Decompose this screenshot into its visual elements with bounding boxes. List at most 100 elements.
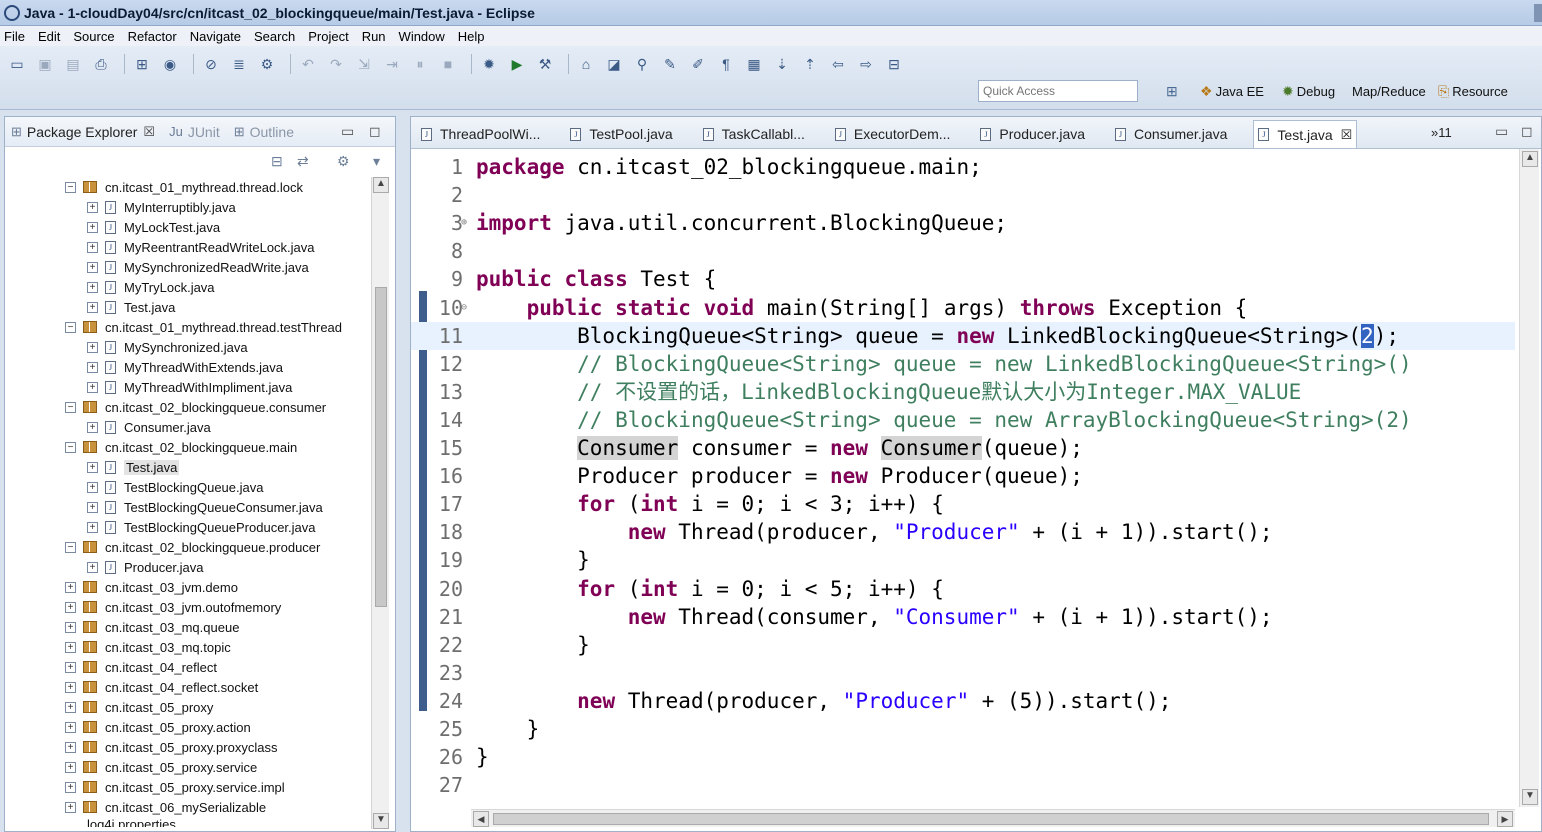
tree-package[interactable]: − cn.itcast_01_mythread.thread.testThread	[5, 317, 371, 337]
tree-file[interactable]: + J TestBlockingQueue.java	[5, 477, 371, 497]
tree-file[interactable]: + J Consumer.java	[5, 417, 371, 437]
save-icon[interactable]: ▣	[34, 53, 56, 75]
open-task-icon[interactable]: ◪	[603, 53, 625, 75]
expand-icon[interactable]: +	[65, 641, 76, 653]
tree-package[interactable]: + cn.itcast_03_mq.topic	[5, 637, 371, 657]
step-over-icon[interactable]: ⇥	[381, 53, 403, 75]
tree-file[interactable]: + J MyLockTest.java	[5, 217, 371, 237]
fold-icon[interactable]: ⊖	[461, 294, 467, 322]
expand-icon[interactable]: +	[65, 701, 76, 713]
code-line[interactable]: 26}	[411, 743, 1515, 771]
code-line[interactable]: 25 }	[411, 715, 1515, 743]
expand-icon[interactable]: +	[65, 721, 76, 733]
tree-package[interactable]: + cn.itcast_05_proxy.service.impl	[5, 777, 371, 797]
expand-icon[interactable]: +	[87, 241, 98, 253]
expand-icon[interactable]: +	[87, 301, 98, 313]
block-selection-icon[interactable]: ▦	[743, 53, 765, 75]
editor-tab[interactable]: J TestPool.java	[566, 120, 676, 148]
tree-file[interactable]: + J MySynchronized.java	[5, 337, 371, 357]
new-package-icon[interactable]: ⊞	[131, 53, 153, 75]
external-tools-icon[interactable]: ⚒	[534, 53, 556, 75]
collapse-icon[interactable]: −	[65, 321, 76, 333]
menu-run[interactable]: Run	[362, 29, 386, 44]
collapse-icon[interactable]: −	[65, 441, 76, 453]
show-whitespace-icon[interactable]: ¶	[715, 53, 737, 75]
expand-icon[interactable]: +	[87, 421, 98, 433]
expand-icon[interactable]: +	[65, 661, 76, 673]
menu-refactor[interactable]: Refactor	[128, 29, 177, 44]
pin-editor-icon[interactable]: ⊟	[883, 53, 905, 75]
maximize-icon[interactable]: ◻	[1521, 123, 1533, 140]
scroll-thumb[interactable]	[493, 813, 1489, 825]
expand-icon[interactable]: +	[87, 521, 98, 533]
fold-icon[interactable]: ⊕	[461, 209, 467, 237]
expand-icon[interactable]: +	[65, 681, 76, 693]
search-icon[interactable]: ⚲	[631, 53, 653, 75]
menu-edit[interactable]: Edit	[38, 29, 60, 44]
toggle-comment-icon[interactable]: ≣	[228, 53, 250, 75]
code-line[interactable]: 8	[411, 237, 1515, 265]
expand-icon[interactable]: +	[87, 381, 98, 393]
code-line[interactable]: 20 for (int i = 0; i < 5; i++) {	[411, 575, 1515, 603]
tree-file[interactable]: + J MyThreadWithExtends.java	[5, 357, 371, 377]
expand-icon[interactable]: +	[65, 621, 76, 633]
code-line[interactable]: 15 Consumer consumer = new Consumer(queu…	[411, 434, 1515, 462]
perspective-resource[interactable]: ⎘ Resource	[1438, 81, 1508, 101]
tree-file[interactable]: + J MyReentrantReadWriteLock.java	[5, 237, 371, 257]
close-icon[interactable]: ☒	[143, 124, 155, 140]
menu-file[interactable]: File	[4, 29, 25, 44]
perspective-java-ee[interactable]: ❖ Java EE	[1200, 81, 1264, 101]
code-line[interactable]: 3 ⊕ import java.util.concurrent.BlockingQu…	[411, 209, 1515, 237]
code-line[interactable]: 19 }	[411, 546, 1515, 574]
menu-window[interactable]: Window	[399, 29, 445, 44]
previous-annotation-icon[interactable]: ⇡	[799, 53, 821, 75]
editor-tab[interactable]: J Producer.java	[976, 120, 1089, 148]
collapse-icon[interactable]: −	[65, 181, 76, 193]
expand-icon[interactable]: +	[65, 761, 76, 773]
editor-tab[interactable]: J ExecutorDem...	[831, 120, 954, 148]
code-line[interactable]: 21 new Thread(consumer, "Consumer" + (i …	[411, 603, 1515, 631]
tab-overflow[interactable]: »11	[1431, 125, 1452, 140]
expand-icon[interactable]: +	[87, 501, 98, 513]
expand-icon[interactable]: +	[65, 581, 76, 593]
code-line[interactable]: 14 // BlockingQueue<String> queue = new …	[411, 406, 1515, 434]
tree-package[interactable]: + cn.itcast_04_reflect	[5, 657, 371, 677]
minimize-icon[interactable]: ▭	[341, 123, 354, 140]
expand-icon[interactable]: +	[65, 601, 76, 613]
annotation-icon[interactable]: ✎	[659, 53, 681, 75]
tree-package[interactable]: + cn.itcast_04_reflect.socket	[5, 677, 371, 697]
next-annotation-icon[interactable]: ⇣	[771, 53, 793, 75]
open-perspective-button[interactable]: ⊞	[1166, 81, 1181, 101]
editor-tab[interactable]: J ThreadPoolWi...	[417, 120, 544, 148]
undo-icon[interactable]: ↶	[297, 53, 319, 75]
editor-tab[interactable]: J TaskCallabl...	[699, 120, 809, 148]
terminate-icon[interactable]: ■	[437, 53, 459, 75]
expand-icon[interactable]: +	[65, 781, 76, 793]
tree-file[interactable]: + J Producer.java	[5, 557, 371, 577]
code-line[interactable]: 11 BlockingQueue<String> queue = new Lin…	[411, 321, 1515, 350]
tree-package[interactable]: + cn.itcast_05_proxy.proxyclass	[5, 737, 371, 757]
menu-project[interactable]: Project	[308, 29, 348, 44]
collapse-icon[interactable]: −	[65, 401, 76, 413]
tree-package[interactable]: − cn.itcast_02_blockingqueue.producer	[5, 537, 371, 557]
redo-icon[interactable]: ↷	[325, 53, 347, 75]
new-icon[interactable]: ▭	[6, 53, 28, 75]
toggle-mark-occurrences-icon[interactable]: ✐	[687, 53, 709, 75]
link-with-editor-icon[interactable]: ⇄	[297, 153, 309, 170]
tab-outline[interactable]: ⊞ Outline	[234, 124, 294, 140]
editor-tab[interactable]: J Consumer.java	[1111, 120, 1231, 148]
tree-file[interactable]: + J Test.java	[5, 457, 371, 477]
view-menu-icon[interactable]: ▾	[373, 153, 380, 170]
tree-file[interactable]: + J TestBlockingQueueConsumer.java	[5, 497, 371, 517]
build-icon[interactable]: ⚙	[256, 53, 278, 75]
tree-file[interactable]: + J MyThreadWithImpliment.java	[5, 377, 371, 397]
minimize-icon[interactable]: ▭	[1495, 123, 1508, 140]
save-all-icon[interactable]: ▤	[62, 53, 84, 75]
scroll-up-icon[interactable]: ▲	[373, 177, 389, 193]
print-icon[interactable]: ⎙	[90, 53, 112, 75]
code-line[interactable]: 1 package cn.itcast_02_blockingqueue.main…	[411, 153, 1515, 181]
filter-icon[interactable]: ⚙	[337, 153, 350, 170]
new-class-icon[interactable]: ◉	[159, 53, 181, 75]
perspective-map-reduce[interactable]: Map/Reduce	[1352, 81, 1426, 101]
scroll-down-icon[interactable]: ▼	[373, 813, 389, 829]
